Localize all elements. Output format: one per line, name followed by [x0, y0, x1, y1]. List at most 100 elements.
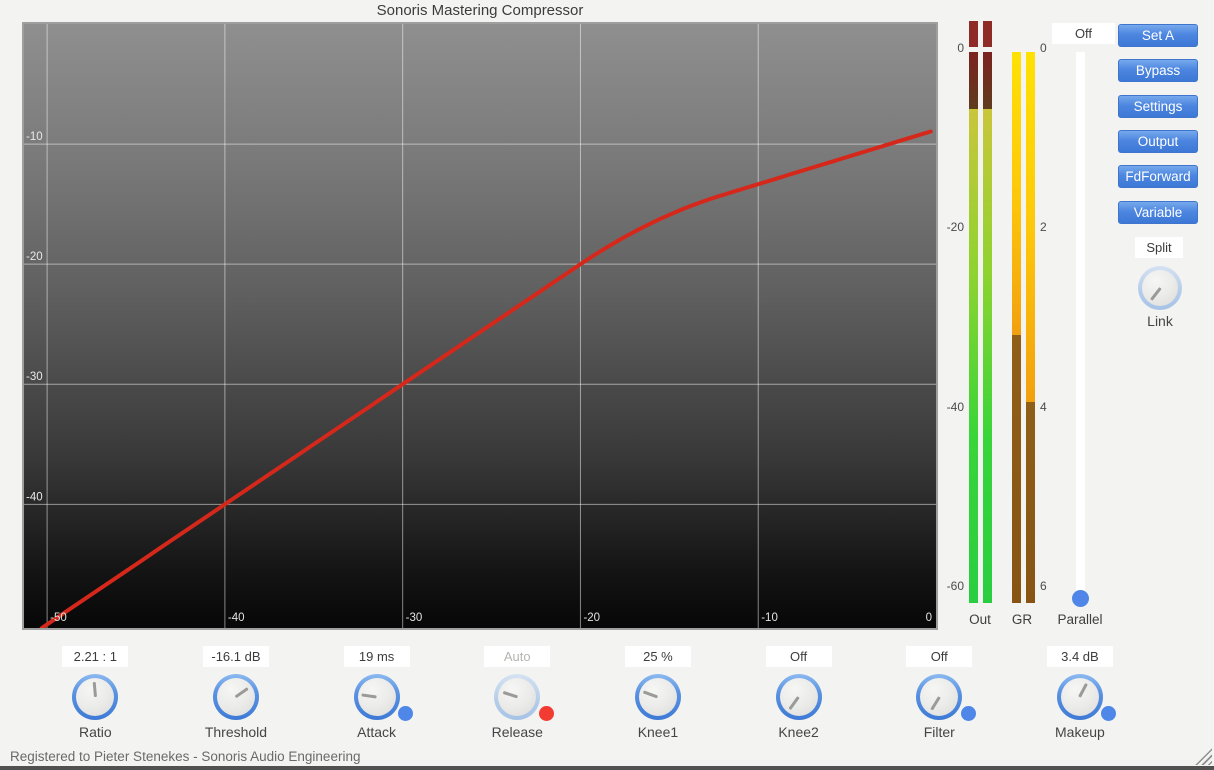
link-knob-pointer	[1150, 287, 1162, 301]
knee1-knob-pointer	[643, 690, 658, 698]
makeup-knob[interactable]	[1057, 674, 1103, 720]
ratio-knob-face[interactable]	[76, 678, 114, 716]
knee2-value-box[interactable]: Off	[766, 646, 832, 667]
split-mode-box[interactable]: Split	[1135, 237, 1183, 258]
ratio-knob[interactable]	[72, 674, 118, 720]
bottom-strip	[0, 766, 1214, 770]
gr-meter-label: GR	[1002, 612, 1042, 627]
ratio-knob-label: Ratio	[55, 724, 135, 740]
release-knob-face[interactable]	[498, 678, 536, 716]
resize-grip-icon[interactable]	[1194, 747, 1212, 765]
plugin-window: Sonoris Mastering Compressor -50 -40 -30 -2…	[0, 0, 1214, 770]
button-fdforward[interactable]: FdForward	[1118, 165, 1198, 188]
x-tick-label: 0	[926, 612, 932, 624]
knee1-knob[interactable]	[635, 674, 681, 720]
release-red-indicator-dot	[539, 706, 554, 721]
threshold-knob[interactable]	[213, 674, 259, 720]
link-knob-face[interactable]	[1142, 270, 1178, 306]
x-tick-label: -50	[50, 612, 67, 624]
filter-knob[interactable]	[916, 674, 962, 720]
y-tick-label: -30	[26, 371, 43, 383]
button-variable[interactable]: Variable	[1118, 201, 1198, 224]
attack-value-box[interactable]: 19 ms	[344, 646, 410, 667]
out-meter-scale-label: 0	[936, 41, 964, 55]
out-meter-scale-label: -60	[936, 579, 964, 593]
makeup-blue-indicator-dot	[1101, 706, 1116, 721]
release-knob-label: Release	[477, 724, 557, 740]
x-tick-label: -40	[228, 612, 245, 624]
knee2-knob-label: Knee2	[759, 724, 839, 740]
knob-group-release: Auto Release	[477, 646, 557, 746]
makeup-knob-face[interactable]	[1061, 678, 1099, 716]
attack-knob[interactable]	[354, 674, 400, 720]
attack-knob-label: Attack	[337, 724, 417, 740]
release-knob-pointer	[503, 691, 518, 698]
y-tick-label: -10	[26, 131, 43, 143]
knob-group-ratio: 2.21 : 1 Ratio	[55, 646, 135, 746]
gr-meter-scale-label: 2	[1040, 220, 1068, 234]
knee1-knob-label: Knee1	[618, 724, 698, 740]
out-meter-scale-label: -40	[936, 400, 964, 414]
release-value-box[interactable]: Auto	[484, 646, 550, 667]
gr-meter-bar	[1012, 52, 1021, 335]
gr-meter-scale-label: 6	[1040, 579, 1068, 593]
link-knob-label: Link	[1130, 313, 1190, 329]
knob-group-filter: Off Filter	[899, 646, 979, 746]
button-set-a[interactable]: Set A	[1118, 24, 1198, 47]
out-meter-overload-segment	[983, 21, 992, 47]
release-knob[interactable]	[494, 674, 540, 720]
out-meter-scale-label: -20	[936, 220, 964, 234]
threshold-knob-face[interactable]	[217, 678, 255, 716]
parallel-slider-thumb[interactable]	[1072, 590, 1089, 607]
x-tick-label: -30	[406, 612, 423, 624]
makeup-value-box[interactable]: 3.4 dB	[1047, 646, 1113, 667]
knob-group-makeup: 3.4 dB Makeup	[1040, 646, 1120, 746]
transfer-curve-svg: -50 -40 -30 -20 -10 0 -10 -20 -30 -40	[24, 24, 936, 628]
filter-value-box[interactable]: Off	[906, 646, 972, 667]
knob-group-attack: 19 ms Attack	[337, 646, 417, 746]
out-meter-unlit	[983, 52, 992, 109]
threshold-value-box[interactable]: -16.1 dB	[203, 646, 269, 667]
knee2-knob[interactable]	[776, 674, 822, 720]
makeup-knob-label: Makeup	[1040, 724, 1120, 740]
threshold-knob-label: Threshold	[196, 724, 276, 740]
attack-blue-indicator-dot	[398, 706, 413, 721]
button-bypass[interactable]: Bypass	[1118, 59, 1198, 82]
makeup-knob-pointer	[1079, 683, 1089, 698]
knob-group-knee2: Off Knee2	[759, 646, 839, 746]
knee1-knob-face[interactable]	[639, 678, 677, 716]
knob-group-threshold: -16.1 dB Threshold	[196, 646, 276, 746]
gr-meter-unlit	[1026, 402, 1035, 603]
filter-knob-face[interactable]	[920, 678, 958, 716]
knee2-knob-face[interactable]	[780, 678, 818, 716]
gr-meter-scale-label: 4	[1040, 400, 1068, 414]
y-tick-label: -20	[26, 251, 43, 263]
window-title: Sonoris Mastering Compressor	[0, 2, 960, 19]
knee1-value-box[interactable]: 25 %	[625, 646, 691, 667]
ratio-knob-pointer	[92, 682, 96, 697]
filter-knob-pointer	[930, 696, 940, 710]
attack-knob-pointer	[362, 693, 377, 698]
transfer-curve-graph: -50 -40 -30 -20 -10 0 -10 -20 -30 -40	[22, 22, 938, 630]
knob-group-knee1: 25 % Knee1	[618, 646, 698, 746]
gr-meter-unlit	[1012, 335, 1021, 603]
x-tick-label: -10	[761, 612, 778, 624]
ratio-value-box[interactable]: 2.21 : 1	[62, 646, 128, 667]
out-meter-label: Out	[960, 612, 1000, 627]
parallel-slider-track[interactable]	[1076, 52, 1085, 603]
knee2-knob-pointer	[789, 696, 800, 710]
x-tick-label: -20	[583, 612, 600, 624]
registration-text: Registered to Pieter Stenekes - Sonoris …	[10, 749, 360, 764]
y-tick-label: -40	[26, 491, 43, 503]
button-output[interactable]: Output	[1118, 130, 1198, 153]
filter-knob-label: Filter	[899, 724, 979, 740]
out-meter-unlit	[969, 52, 978, 109]
filter-blue-indicator-dot	[961, 706, 976, 721]
out-meter-overload-segment	[969, 21, 978, 47]
attack-knob-face[interactable]	[358, 678, 396, 716]
link-knob[interactable]	[1138, 266, 1182, 310]
button-settings[interactable]: Settings	[1118, 95, 1198, 118]
out-meter-bar	[969, 109, 978, 603]
parallel-value-box[interactable]: Off	[1052, 23, 1115, 44]
gr-meter-bar	[1026, 52, 1035, 402]
